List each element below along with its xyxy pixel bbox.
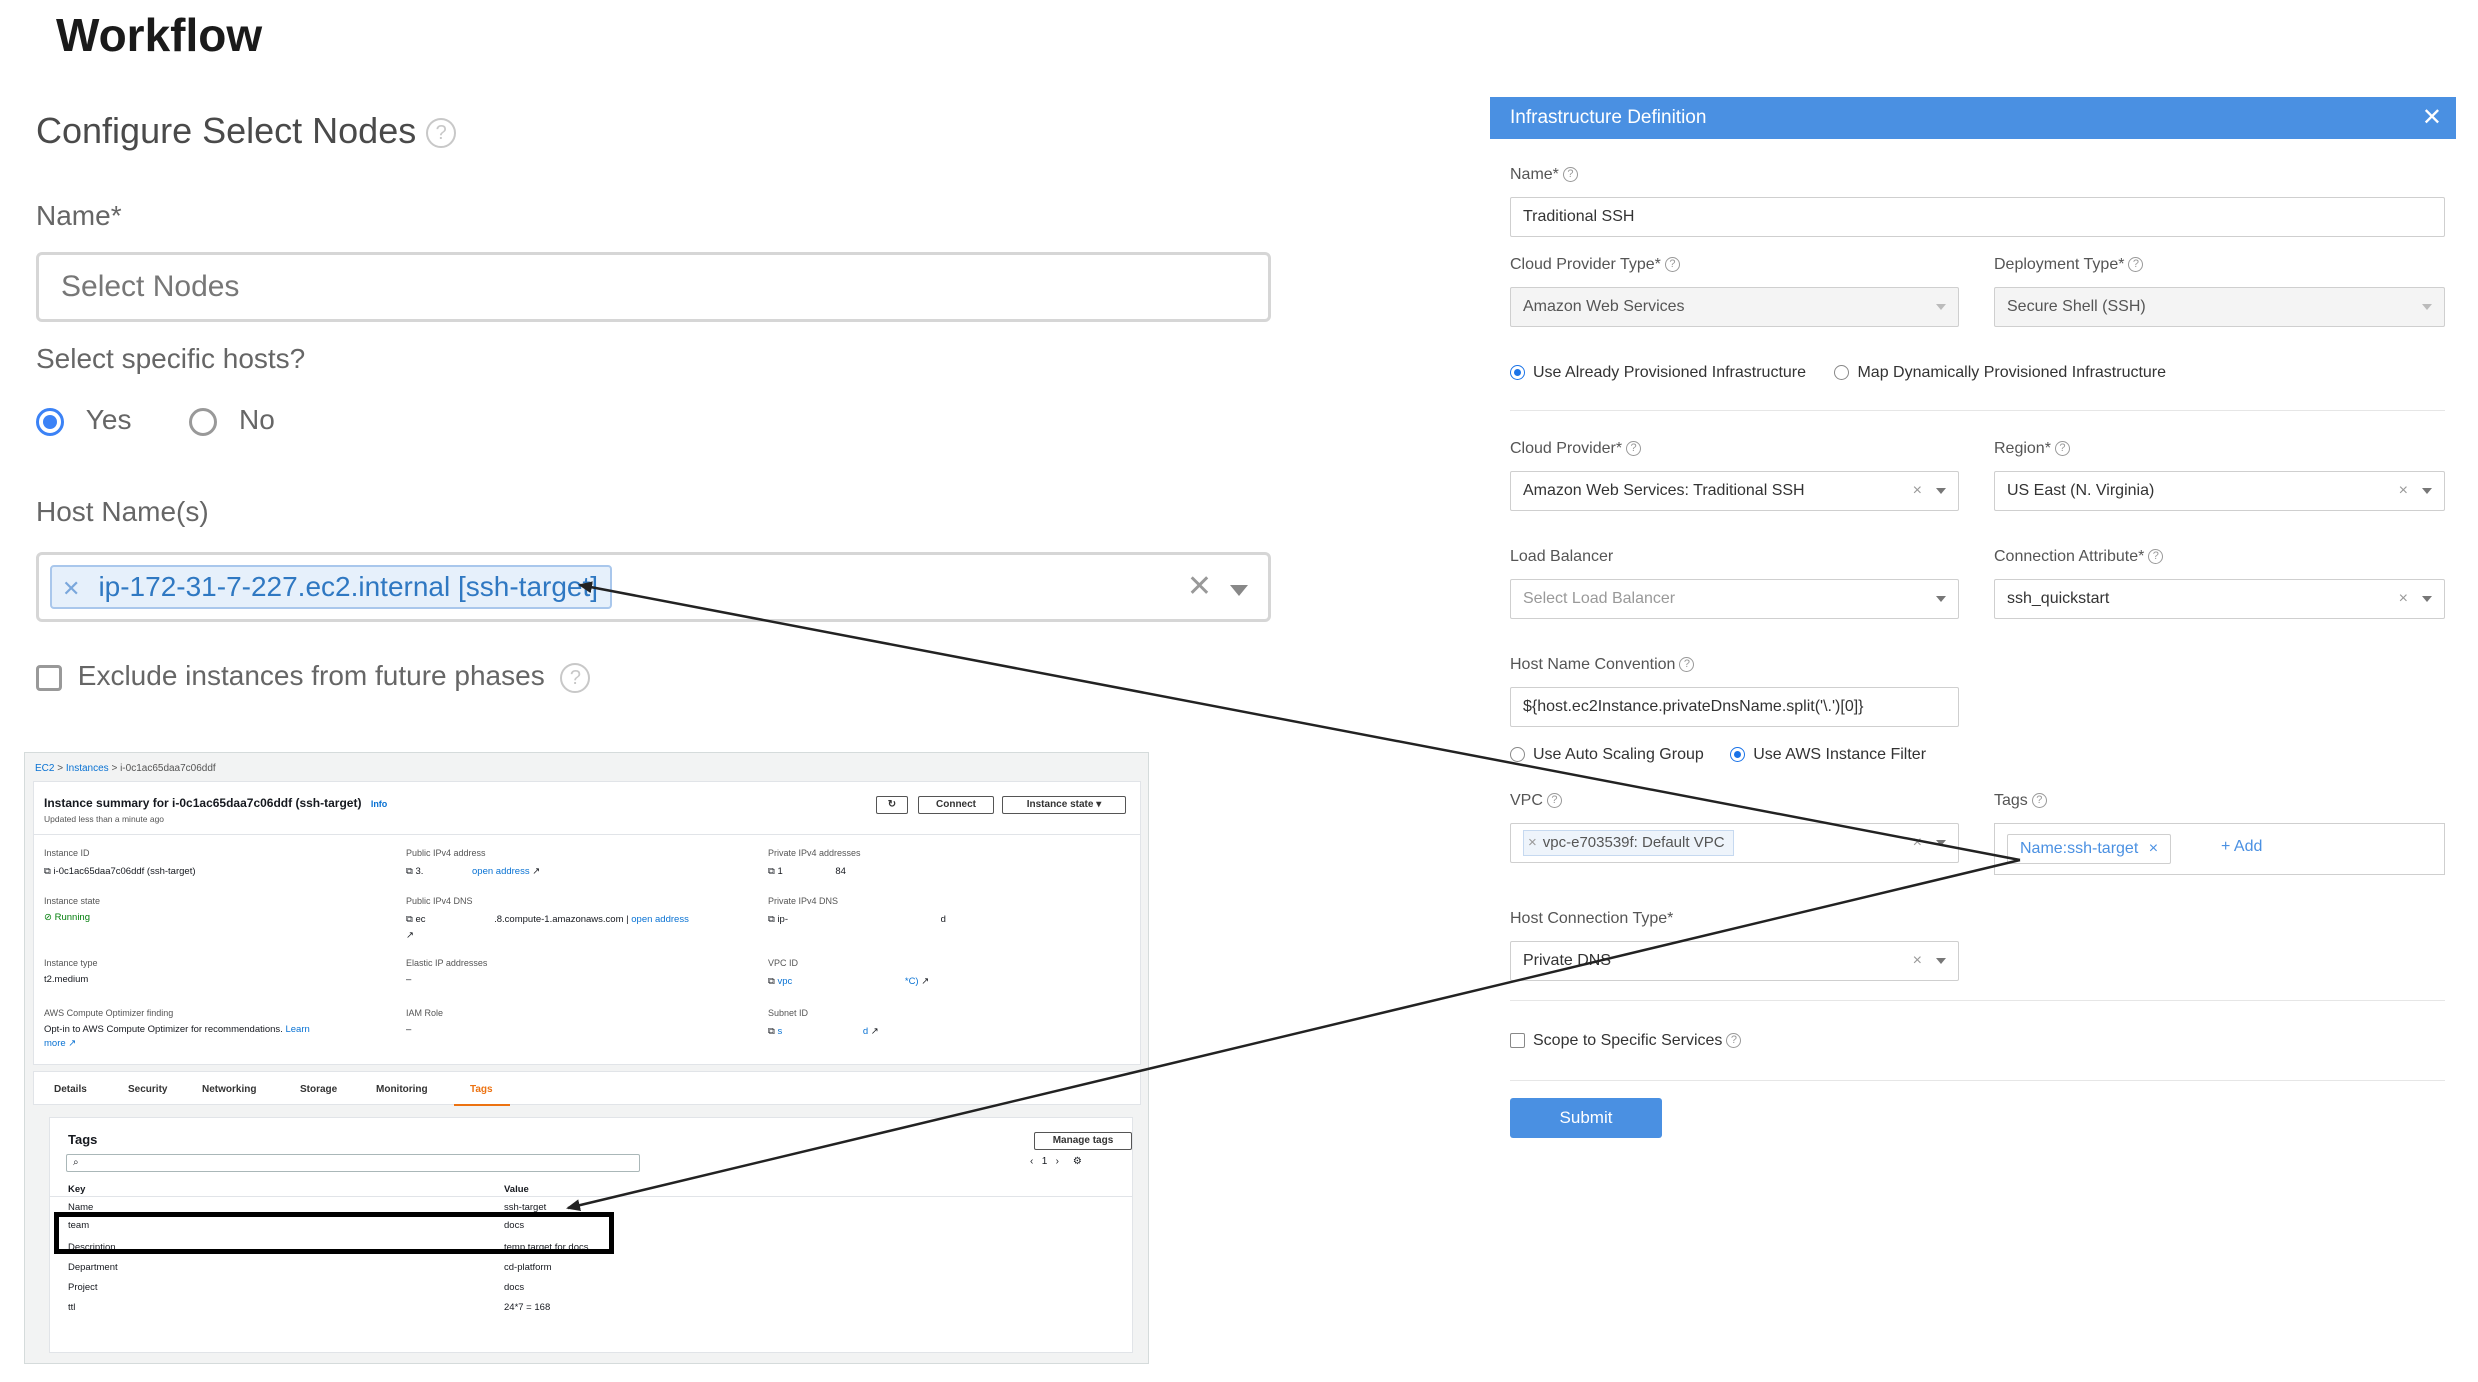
arrow-to-host-chip [578,581,2021,862]
arrow-to-name-tag [566,858,2021,1212]
annotation-arrows [566,581,2021,1212]
